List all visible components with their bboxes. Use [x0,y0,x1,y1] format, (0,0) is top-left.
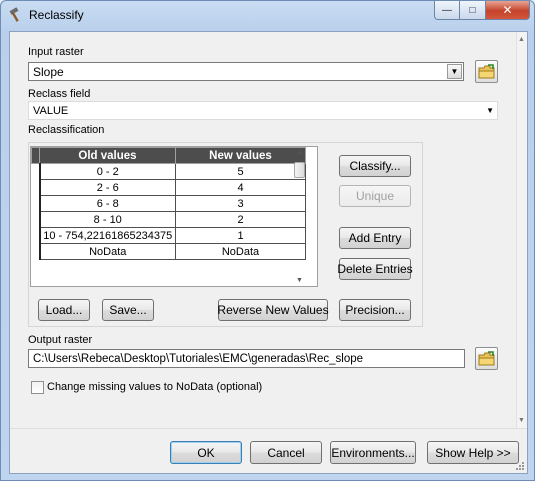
classify-button[interactable]: Classify... [339,155,411,177]
reclassification-label: Reclassification [28,124,105,136]
scroll-up-icon[interactable]: ▲ [518,36,525,43]
old-value-cell[interactable]: 10 - 754,22161865234375 [39,227,176,244]
scroll-thumb[interactable] [294,162,305,178]
maximize-button[interactable]: □ [460,1,486,20]
reclassify-window: Reclassify — □ ✕ Input raster Slope ▼ Re… [0,0,535,481]
scroll-down-icon[interactable]: ▼ [518,417,525,424]
parameters-panel: Input raster Slope ▼ Reclass field VALUE… [10,32,518,428]
environments-button[interactable]: Environments... [330,441,416,464]
table-row[interactable]: 6 - 8 3 [31,195,306,212]
old-value-cell[interactable]: 0 - 2 [39,163,176,180]
old-value-cell[interactable]: 6 - 8 [39,195,176,212]
new-value-cell[interactable]: NoData [175,243,306,260]
delete-entries-button[interactable]: Delete Entries [337,258,413,280]
minimize-icon: — [442,4,452,16]
input-raster-combo[interactable]: Slope ▼ [28,62,464,81]
reclass-field-combo[interactable]: VALUE ▼ [28,101,498,120]
column-header-old-values[interactable]: Old values [39,147,176,164]
title-bar[interactable]: Reclassify — □ ✕ [1,1,535,31]
table-scrollbar[interactable]: ▲ ▼ [293,146,307,287]
minimize-button[interactable]: — [434,1,460,20]
row-selector[interactable] [31,243,41,260]
load-button[interactable]: Load... [38,299,90,321]
unique-button[interactable]: Unique [339,185,411,207]
hammer-icon [8,7,24,23]
row-selector[interactable] [31,211,41,228]
resize-grip-icon[interactable] [515,461,525,471]
reclassification-table[interactable]: Old values New values 0 - 2 5 2 - 6 4 6 … [30,146,318,287]
new-value-cell[interactable]: 1 [175,227,306,244]
input-raster-label: Input raster [28,46,84,58]
scroll-up-icon[interactable]: ▲ [296,149,303,156]
close-icon: ✕ [502,3,513,17]
new-value-cell[interactable]: 2 [175,211,306,228]
maximize-icon: □ [469,4,476,16]
table-row[interactable]: 10 - 754,22161865234375 1 [31,227,306,244]
input-raster-value: Slope [33,64,64,79]
new-value-cell[interactable]: 4 [175,179,306,196]
old-value-cell[interactable]: 2 - 6 [39,179,176,196]
reclass-field-value: VALUE [33,104,69,117]
folder-icon [478,63,494,78]
table-header-row: Old values New values [31,147,306,164]
new-value-cell[interactable]: 3 [175,195,306,212]
old-value-cell[interactable]: 8 - 10 [39,211,176,228]
save-button[interactable]: Save... [102,299,154,321]
old-value-cell[interactable]: NoData [39,243,176,260]
dialog-footer: OK Cancel Environments... Show Help >> [10,428,527,473]
change-missing-checkbox[interactable] [31,381,44,394]
add-entry-button[interactable]: Add Entry [339,227,411,249]
table-row[interactable]: 0 - 2 5 [31,163,306,180]
chevron-down-icon[interactable]: ▼ [486,106,494,115]
new-value-cell[interactable]: 5 [175,163,306,180]
table-row[interactable]: NoData NoData [31,243,306,260]
output-raster-label: Output raster [28,334,93,346]
table-row[interactable]: 8 - 10 2 [31,211,306,228]
input-raster-browse-button[interactable] [475,60,498,83]
show-help-button[interactable]: Show Help >> [427,441,519,464]
row-header-corner [31,147,40,164]
precision-button[interactable]: Precision... [339,299,411,321]
reclass-field-label: Reclass field [28,88,91,100]
reverse-new-values-button[interactable]: Reverse New Values [217,299,329,321]
change-missing-label: Change missing values to NoData (optiona… [47,381,263,393]
row-selector[interactable] [31,227,41,244]
column-header-new-values[interactable]: New values [175,147,306,164]
folder-icon [478,350,494,365]
row-selector[interactable] [31,163,41,180]
caption-buttons: — □ ✕ [434,1,530,21]
panel-scrollbar[interactable]: ▲ ▼ [516,32,527,428]
output-raster-browse-button[interactable] [475,347,498,370]
dialog-client: Input raster Slope ▼ Reclass field VALUE… [9,31,528,474]
ok-button[interactable]: OK [170,441,242,464]
scroll-down-icon[interactable]: ▼ [296,277,303,284]
window-title: Reclassify [29,8,84,22]
table-row[interactable]: 2 - 6 4 [31,179,306,196]
row-selector[interactable] [31,195,41,212]
output-raster-value: C:\Users\Rebeca\Desktop\Tutoriales\EMC\g… [33,352,364,365]
output-raster-field[interactable]: C:\Users\Rebeca\Desktop\Tutoriales\EMC\g… [28,349,465,368]
chevron-down-icon[interactable]: ▼ [447,64,462,79]
close-button[interactable]: ✕ [486,1,530,20]
cancel-button[interactable]: Cancel [250,441,322,464]
row-selector[interactable] [31,179,41,196]
